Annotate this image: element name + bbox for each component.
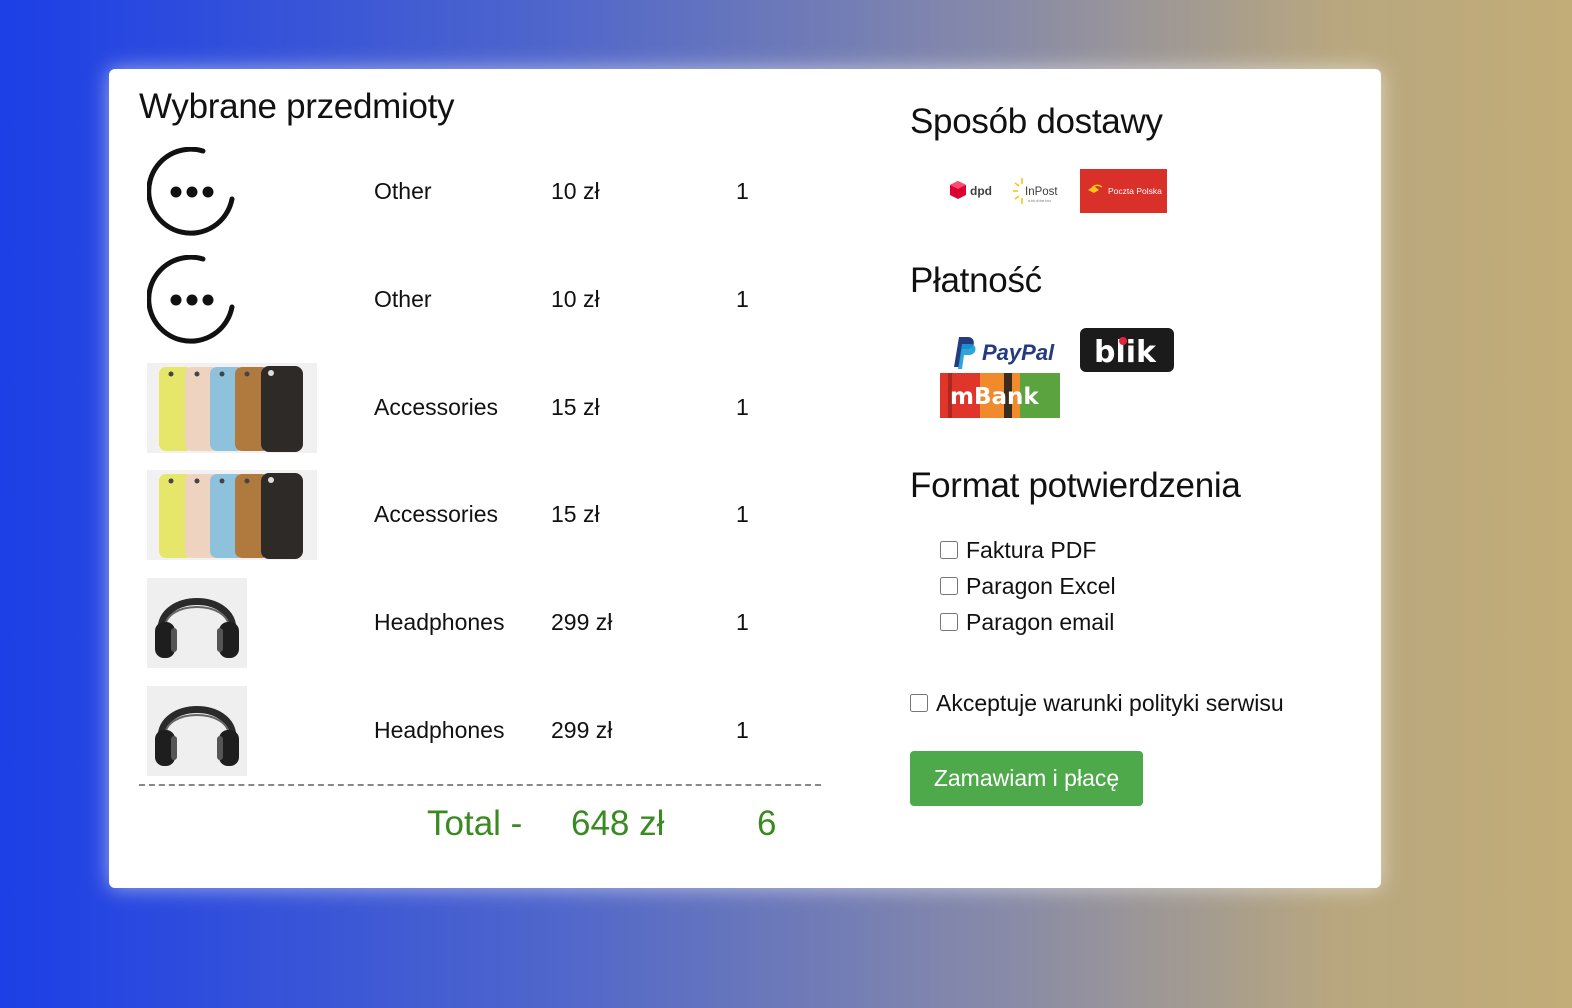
paypal-logo-text: PayPal <box>982 340 1055 365</box>
cart-title: Wybrane przedmioty <box>139 87 455 126</box>
item-quantity: 1 <box>736 394 749 420</box>
inpost-option[interactable]: InPost a bit of the box <box>1010 169 1076 213</box>
headphones-image <box>147 686 247 776</box>
total-price: 648 zł <box>571 804 665 843</box>
item-price: 299 zł <box>551 717 613 743</box>
paragon-excel-checkbox[interactable] <box>940 577 958 595</box>
cart-row: Other 10 zł 1 <box>139 255 829 345</box>
poczta-polska-logo: Poczta Polska <box>1080 169 1167 213</box>
cart-row: Other 10 zł 1 <box>139 147 829 237</box>
item-price: 299 zł <box>551 609 613 635</box>
item-quantity: 1 <box>736 178 749 204</box>
item-price: 10 zł <box>551 178 600 204</box>
paypal-logo: PayPal <box>954 337 1055 369</box>
paragon-email-checkbox[interactable] <box>940 613 958 631</box>
phone-cases-image <box>147 470 317 560</box>
item-quantity: 1 <box>736 609 749 635</box>
item-name: Accessories <box>374 394 498 420</box>
item-name: Headphones <box>374 717 505 743</box>
item-name: Accessories <box>374 501 498 527</box>
item-quantity: 1 <box>736 501 749 527</box>
item-name: Headphones <box>374 609 505 635</box>
item-price: 15 zł <box>551 501 600 527</box>
checkout-card: Wybrane przedmioty Other 10 zł 1 Other 1… <box>109 69 1381 888</box>
total-quantity: 6 <box>757 804 777 843</box>
blik-option[interactable]: blik <box>1080 328 1174 372</box>
more-icon <box>147 255 235 344</box>
terms-checkbox[interactable] <box>910 694 928 712</box>
poczta-polska-logo-text: Poczta Polska <box>1108 186 1162 196</box>
paragon-excel-label: Paragon Excel <box>966 572 1116 599</box>
item-price: 10 zł <box>551 286 600 312</box>
cart-row: Headphones 299 zł 1 <box>139 686 829 776</box>
blik-logo: blik <box>1080 328 1174 372</box>
dpd-logo: dpd <box>950 181 992 199</box>
faktura-pdf-checkbox[interactable] <box>940 541 958 559</box>
mbank-option[interactable]: mBank <box>940 373 1060 418</box>
dpd-option[interactable]: dpd <box>940 169 1006 213</box>
delivery-title: Sposób dostawy <box>910 102 1163 141</box>
item-quantity: 1 <box>736 717 749 743</box>
item-quantity: 1 <box>736 286 749 312</box>
terms-option[interactable]: Akceptuje warunki polityki serwisu <box>910 688 1284 718</box>
submit-order-button[interactable]: Zamawiam i płacę <box>910 751 1143 806</box>
poczta-polska-option[interactable]: Poczta Polska <box>1080 169 1167 213</box>
total-divider <box>139 784 821 786</box>
paragon-email-option[interactable]: Paragon email <box>940 607 1114 637</box>
mbank-logo-text: mBank <box>950 384 1039 410</box>
item-price: 15 zł <box>551 394 600 420</box>
faktura-pdf-label: Faktura PDF <box>966 536 1097 563</box>
dpd-logo-text: dpd <box>970 184 992 198</box>
cart-row: Headphones 299 zł 1 <box>139 578 829 668</box>
phone-cases-image <box>147 363 317 453</box>
total-label: Total - <box>427 804 523 843</box>
cart-row: Accessories 15 zł 1 <box>139 470 829 560</box>
mbank-logo: mBank <box>940 373 1060 418</box>
inpost-logo: InPost a bit of the box <box>1013 178 1058 204</box>
payment-title: Płatność <box>910 261 1042 300</box>
headphones-image <box>147 578 247 668</box>
inpost-tagline: a bit of the box <box>1028 199 1051 203</box>
inpost-logo-text: InPost <box>1025 186 1058 198</box>
faktura-pdf-option[interactable]: Faktura PDF <box>940 535 1096 565</box>
terms-label: Akceptuje warunki polityki serwisu <box>936 689 1284 716</box>
item-name: Other <box>374 178 432 204</box>
confirmation-title: Format potwierdzenia <box>910 466 1241 505</box>
paragon-email-label: Paragon email <box>966 608 1115 635</box>
item-name: Other <box>374 286 432 312</box>
paypal-option[interactable]: PayPal <box>940 327 1080 373</box>
cart-row: Accessories 15 zł 1 <box>139 363 829 453</box>
paragon-excel-option[interactable]: Paragon Excel <box>940 571 1116 601</box>
more-icon <box>147 147 235 236</box>
